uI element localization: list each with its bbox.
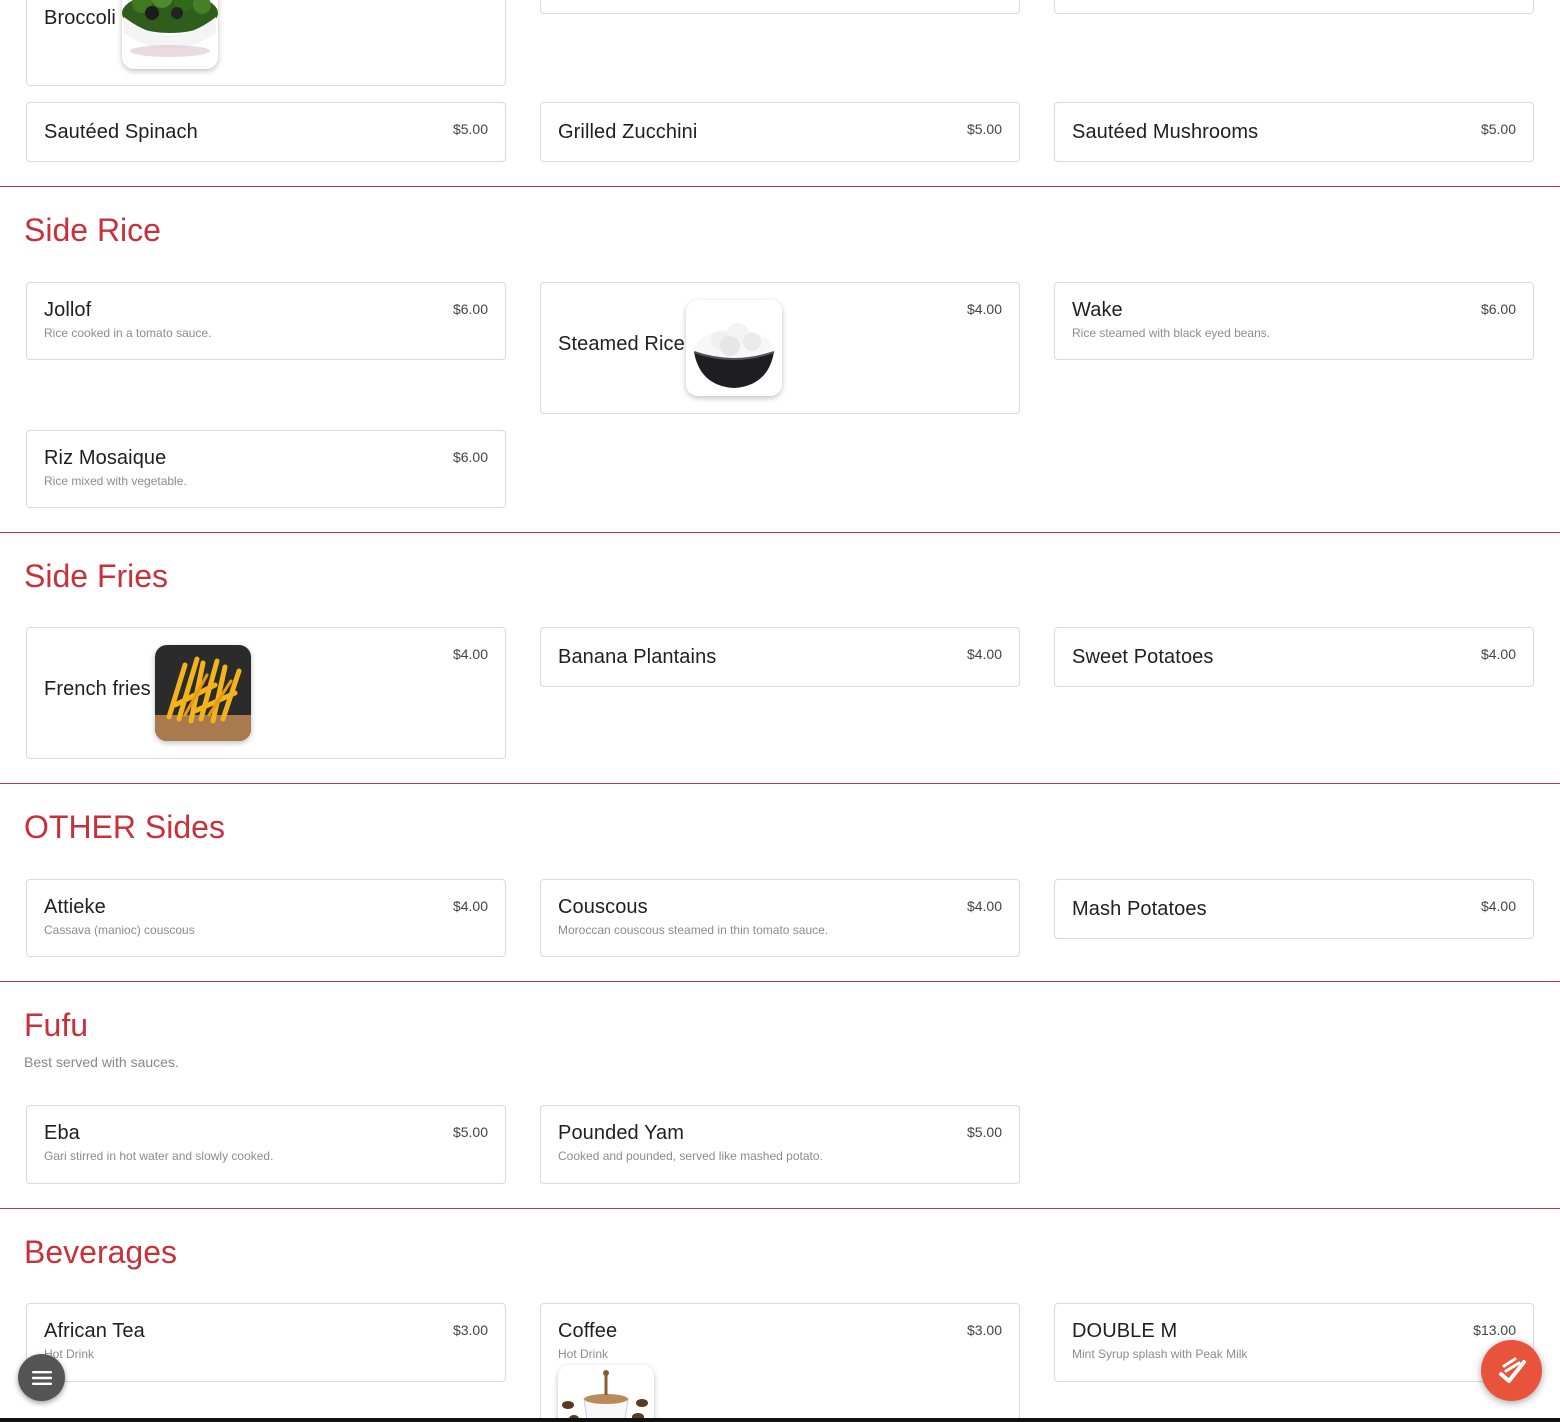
menu-item-price: $6.00 [452,449,488,465]
menu-item-name: Sautéed Spinach [44,121,198,143]
menu-fab-button[interactable] [18,1354,65,1401]
section-title: Side Rice [24,212,161,248]
menu-item-price: $4.00 [1480,646,1516,662]
menu-item-name: Sautéed Mushrooms [1072,121,1259,143]
menu-item-card[interactable]: Mash Potatoes $4.00 [1054,879,1534,939]
menu-item-name: Banana Plantains [558,646,717,668]
menu-item-price: $5.00 [452,121,488,137]
menu-item-card[interactable]: Jollof Rice cooked in a tomato sauce. $6… [26,282,506,360]
menu-item-card[interactable]: Sautéed Mushrooms $5.00 [1054,102,1534,162]
menu-item-price: $4.00 [452,646,488,662]
menu-item-description: Rice cooked in a tomato sauce. [44,326,212,340]
menu-item-card[interactable]: Pounded Yam Cooked and pounded, served l… [540,1105,1020,1184]
menu-item-description: Hot Drink [558,1347,609,1361]
menu-item-card[interactable] [1054,0,1534,14]
broccoli-image [122,0,218,69]
menu-item-card[interactable]: Sweet Potatoes $4.00 [1054,627,1534,687]
menu-item-price: $4.00 [966,301,1002,317]
menu-item-card[interactable]: Wake Rice steamed with black eyed beans.… [1054,282,1534,360]
menu-item-card[interactable]: Coffee Hot Drink $3.00 [540,1303,1020,1422]
menu-item-price: $6.00 [1480,301,1516,317]
hamburger-icon [31,1370,52,1385]
menu-item-description: Cassava (manioc) couscous [44,923,195,937]
menu-item-name: Mash Potatoes [1072,898,1207,920]
menu-item-price: $3.00 [966,1322,1002,1338]
menu-item-card[interactable]: Sautéed Spinach $5.00 [26,102,506,162]
menu-item-card[interactable]: African Tea Hot Drink $3.00 [26,1303,506,1382]
menu-item-price: $5.00 [452,1124,488,1140]
section-title: OTHER Sides [24,809,225,845]
bottom-edge-bar [0,1418,1560,1422]
order-check-icon [1498,1357,1526,1383]
section-divider [0,186,1560,187]
steamed-rice-image [686,300,782,396]
menu-item-card[interactable]: Eba Gari stirred in hot water and slowly… [26,1105,506,1184]
menu-item-name: Riz Mosaique [44,447,167,469]
menu-item-price: $3.00 [452,1322,488,1338]
section-divider [0,783,1560,784]
menu-item-name: DOUBLE M [1072,1320,1178,1342]
menu-item-name: Attieke [44,896,106,918]
section-title: Side Fries [24,558,169,594]
menu-item-name: French fries [44,678,151,700]
menu-item-name: Broccoli [44,7,116,29]
section-divider [0,981,1560,982]
menu-page: Broccoli Sautéed Spinach $5.00 Grilled Z… [0,0,1560,1422]
menu-item-name: Steamed Rice [558,333,685,355]
menu-item-card[interactable]: Riz Mosaique Rice mixed with vegetable. … [26,430,506,508]
section-divider [0,1208,1560,1209]
menu-item-description: Rice mixed with vegetable. [44,474,187,488]
menu-item-description: Mint Syrup splash with Peak Milk [1072,1347,1248,1361]
menu-item-card[interactable] [540,0,1020,14]
menu-item-name: African Tea [44,1320,145,1342]
menu-item-name: Jollof [44,299,92,321]
menu-item-price: $4.00 [966,646,1002,662]
menu-item-name: Couscous [558,896,648,918]
section-title: Beverages [24,1234,177,1270]
menu-item-price: $4.00 [1480,898,1516,914]
menu-item-name: Wake [1072,299,1123,321]
section-title: Fufu [24,1007,89,1043]
menu-item-name: Sweet Potatoes [1072,646,1214,668]
menu-item-card[interactable]: Attieke Cassava (manioc) couscous $4.00 [26,879,506,957]
menu-item-card[interactable]: Couscous Moroccan couscous steamed in th… [540,879,1020,957]
coffee-image [558,1365,654,1422]
menu-item-card[interactable]: Grilled Zucchini $5.00 [540,102,1020,162]
menu-item-name: Coffee [558,1320,618,1342]
section-divider [0,532,1560,533]
menu-item-price: $5.00 [966,121,1002,137]
menu-item-price: $4.00 [966,898,1002,914]
menu-item-price: $5.00 [966,1124,1002,1140]
menu-item-card[interactable]: French fries $4.00 [26,627,506,759]
menu-item-description: Rice steamed with black eyed beans. [1072,326,1271,340]
menu-item-price: $5.00 [1480,121,1516,137]
menu-item-name: Grilled Zucchini [558,121,698,143]
menu-item-name: Pounded Yam [558,1122,685,1144]
menu-item-description: Gari stirred in hot water and slowly coo… [44,1149,274,1163]
order-fab-button[interactable] [1481,1340,1542,1401]
menu-item-description: Cooked and pounded, served like mashed p… [558,1149,823,1163]
french-fries-image [155,645,251,741]
menu-item-price: $6.00 [452,301,488,317]
menu-item-card[interactable]: Steamed Rice $4.00 [540,282,1020,414]
menu-item-card[interactable]: DOUBLE M Mint Syrup splash with Peak Mil… [1054,1303,1534,1382]
menu-item-price: $4.00 [452,898,488,914]
section-subtitle: Best served with sauces. [24,1054,179,1070]
menu-item-card[interactable]: Banana Plantains $4.00 [540,627,1020,687]
menu-item-name: Eba [44,1122,80,1144]
menu-item-card[interactable]: Broccoli [26,0,506,86]
menu-item-price: $13.00 [1473,1322,1516,1338]
menu-item-description: Moroccan couscous steamed in thin tomato… [558,923,829,937]
